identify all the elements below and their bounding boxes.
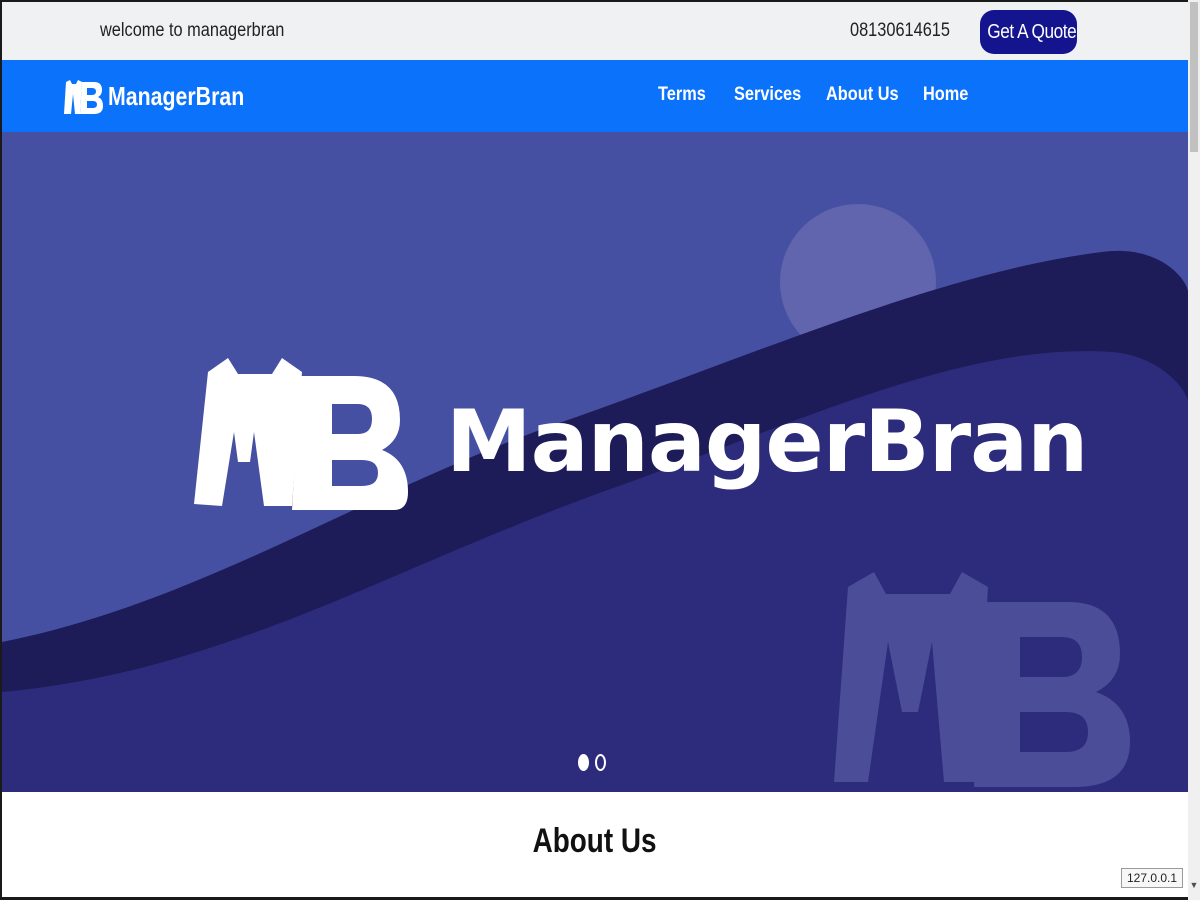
- hero-carousel: ManagerBran: [2, 132, 1188, 792]
- window-frame-left: [0, 0, 2, 900]
- nav-link-terms[interactable]: Terms: [658, 84, 723, 106]
- scrollbar-thumb[interactable]: [1190, 2, 1198, 152]
- brand-logo-icon: [64, 80, 103, 114]
- get-a-quote-button[interactable]: Get A Quote: [980, 10, 1077, 54]
- get-a-quote-label: Get A Quote: [987, 21, 1077, 43]
- nav-links: Terms Services About Us Home: [652, 84, 976, 106]
- brand-name: ManagerBran: [108, 80, 245, 111]
- nav-link-home[interactable]: Home: [923, 84, 968, 106]
- carousel-dot-1[interactable]: [578, 754, 589, 771]
- brand-link[interactable]: ManagerBran: [62, 74, 274, 118]
- carousel-dot-2[interactable]: [595, 754, 606, 771]
- about-us-heading-text: About Us: [533, 822, 657, 860]
- top-bar: welcome to managerbran 08130614615 Get A…: [2, 2, 1188, 60]
- nav-link-about-us[interactable]: About Us: [826, 84, 909, 106]
- welcome-text: welcome to managerbran: [100, 20, 285, 41]
- nav-link-services[interactable]: Services: [734, 84, 813, 106]
- url-status-tooltip: 127.0.0.1: [1121, 868, 1184, 888]
- window-frame-top: [0, 0, 1188, 2]
- hero-logo-icon: [194, 358, 408, 510]
- scroll-down-arrow-icon[interactable]: ▼: [1188, 878, 1200, 892]
- vertical-scrollbar[interactable]: ▼: [1188, 0, 1200, 900]
- nav-bar: ManagerBran Terms Services About Us Home: [2, 60, 1188, 132]
- phone-number: 08130614615: [850, 20, 950, 41]
- page: welcome to managerbran 08130614615 Get A…: [2, 2, 1188, 898]
- about-us-heading: About Us: [2, 822, 1188, 861]
- carousel-indicators: [578, 754, 606, 771]
- hero-title: ManagerBran: [446, 392, 1088, 492]
